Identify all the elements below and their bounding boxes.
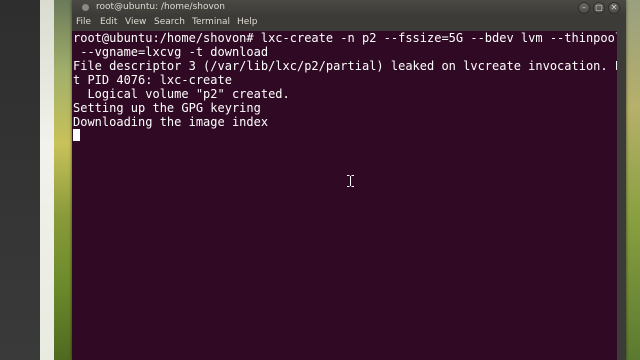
menu-edit[interactable]: Edit xyxy=(100,17,117,27)
menu-file[interactable]: File xyxy=(76,17,91,27)
title-bar[interactable]: root@ubuntu: /home/shovon – □ ✕ xyxy=(72,0,626,16)
window-menu-icon[interactable] xyxy=(82,4,89,11)
desktop-left-panel xyxy=(0,0,40,360)
minimize-button[interactable]: – xyxy=(578,2,590,14)
menu-terminal[interactable]: Terminal xyxy=(192,17,230,27)
desktop-wallpaper-strip xyxy=(54,0,72,360)
terminal-line: --vgname=lxcvg -t download xyxy=(73,45,269,59)
text-cursor xyxy=(73,129,80,141)
terminal-line: t PID 4076: lxc-create xyxy=(73,73,232,87)
menu-bar: File Edit View Search Terminal Help xyxy=(72,16,626,31)
menu-help[interactable]: Help xyxy=(237,17,258,27)
desktop-wallpaper-strip xyxy=(40,0,54,360)
terminal-line: Downloading the image index xyxy=(73,115,269,129)
mouse-ibeam-icon xyxy=(347,175,354,187)
close-button[interactable]: ✕ xyxy=(608,2,620,14)
scrollbar[interactable] xyxy=(617,31,626,360)
menu-view[interactable]: View xyxy=(125,17,146,27)
window-title: root@ubuntu: /home/shovon xyxy=(96,2,226,12)
terminal-output[interactable]: root@ubuntu:/home/shovon# lxc-create -n … xyxy=(72,31,626,360)
terminal-window[interactable]: root@ubuntu: /home/shovon – □ ✕ File Edi… xyxy=(72,0,626,360)
terminal-line: File descriptor 3 (/var/lib/lxc/p2/parti… xyxy=(73,59,626,73)
terminal-line: root@ubuntu:/home/shovon# lxc-create -n … xyxy=(73,31,626,45)
desktop-wallpaper-right xyxy=(626,0,640,360)
maximize-button[interactable]: □ xyxy=(593,2,605,14)
menu-search[interactable]: Search xyxy=(154,17,185,27)
terminal-line: Setting up the GPG keyring xyxy=(73,101,261,115)
terminal-line: Logical volume "p2" created. xyxy=(73,87,290,101)
